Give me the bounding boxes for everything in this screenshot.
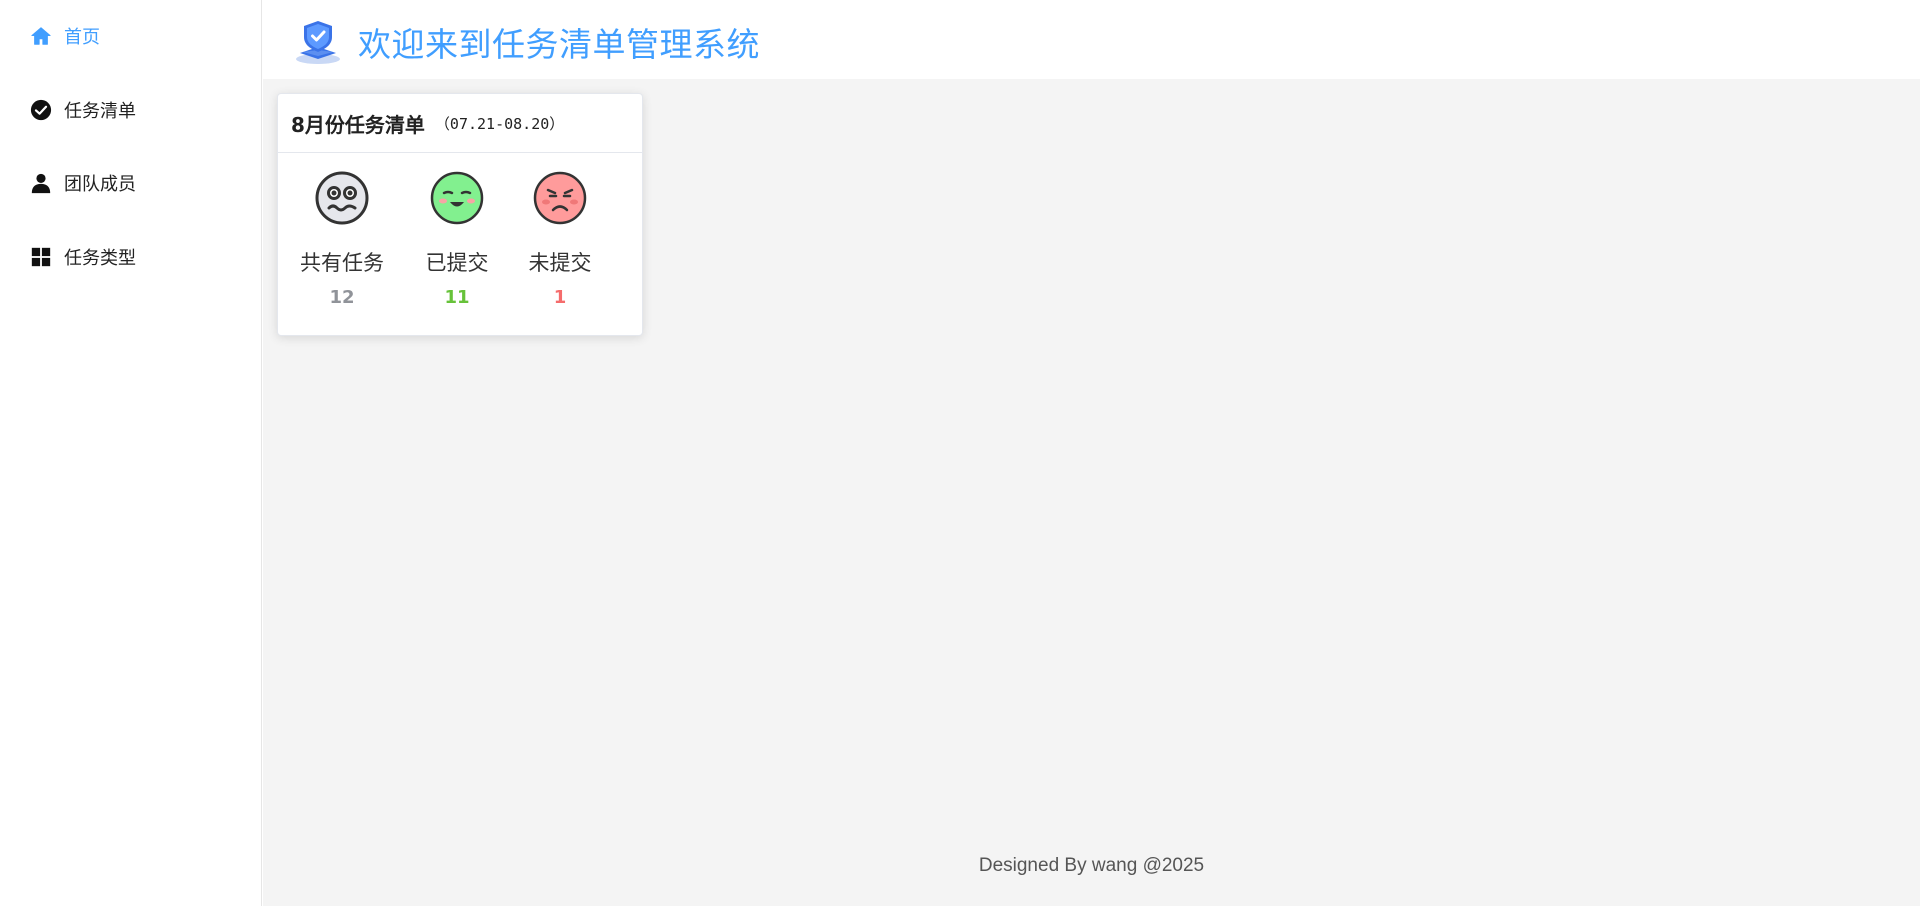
stat-label: 已提交 bbox=[425, 251, 489, 275]
sidebar-item-task-list[interactable]: 任务清单 bbox=[30, 95, 136, 125]
user-icon bbox=[30, 172, 52, 194]
sidebar-item-label: 首页 bbox=[64, 27, 100, 48]
page-title: 欢迎来到任务清单管理系统 bbox=[358, 25, 760, 64]
check-circle-icon bbox=[30, 99, 52, 121]
angry-face-icon bbox=[533, 171, 587, 225]
stat-value: 12 bbox=[329, 287, 355, 308]
stat-value: 1 bbox=[553, 287, 567, 308]
task-summary-card: 8月份任务清单 （07.21-08.20） 共有任务 12 已提交 11 未提交… bbox=[277, 93, 643, 336]
sidebar-item-label: 团队成员 bbox=[64, 174, 136, 195]
stat-label: 共有任务 bbox=[300, 251, 384, 275]
stat-not-submitted: 未提交 1 bbox=[510, 171, 610, 308]
app-root: 首页 任务清单 团队成员 任务类型 欢迎来到任务清单管理系统 8月份任务清单 （… bbox=[0, 0, 1920, 906]
sidebar-item-team-members[interactable]: 团队成员 bbox=[30, 168, 136, 198]
shield-check-icon bbox=[294, 19, 342, 65]
stat-label: 未提交 bbox=[528, 251, 592, 275]
card-header: 8月份任务清单 （07.21-08.20） bbox=[278, 94, 642, 153]
grid-icon bbox=[30, 246, 52, 268]
footer: Designed By wang @2025 bbox=[978, 855, 1205, 876]
home-icon bbox=[30, 25, 52, 47]
sidebar-item-task-types[interactable]: 任务类型 bbox=[30, 242, 136, 272]
card-title: 8月份任务清单 bbox=[291, 112, 425, 137]
stat-total: 共有任务 12 bbox=[292, 171, 392, 308]
sidebar-item-home[interactable]: 首页 bbox=[30, 21, 100, 51]
card-date-range: （07.21-08.20） bbox=[434, 114, 565, 133]
sidebar-item-label: 任务类型 bbox=[64, 248, 136, 269]
stat-value: 11 bbox=[444, 287, 470, 308]
sidebar-item-label: 任务清单 bbox=[64, 101, 136, 122]
header: 欢迎来到任务清单管理系统 bbox=[263, 0, 1920, 79]
worried-face-icon bbox=[315, 171, 369, 225]
stat-submitted: 已提交 11 bbox=[407, 171, 507, 308]
smiling-face-icon bbox=[430, 171, 484, 225]
sidebar: 首页 任务清单 团队成员 任务类型 bbox=[0, 0, 262, 906]
main-content: 8月份任务清单 （07.21-08.20） 共有任务 12 已提交 11 未提交… bbox=[263, 79, 1920, 906]
